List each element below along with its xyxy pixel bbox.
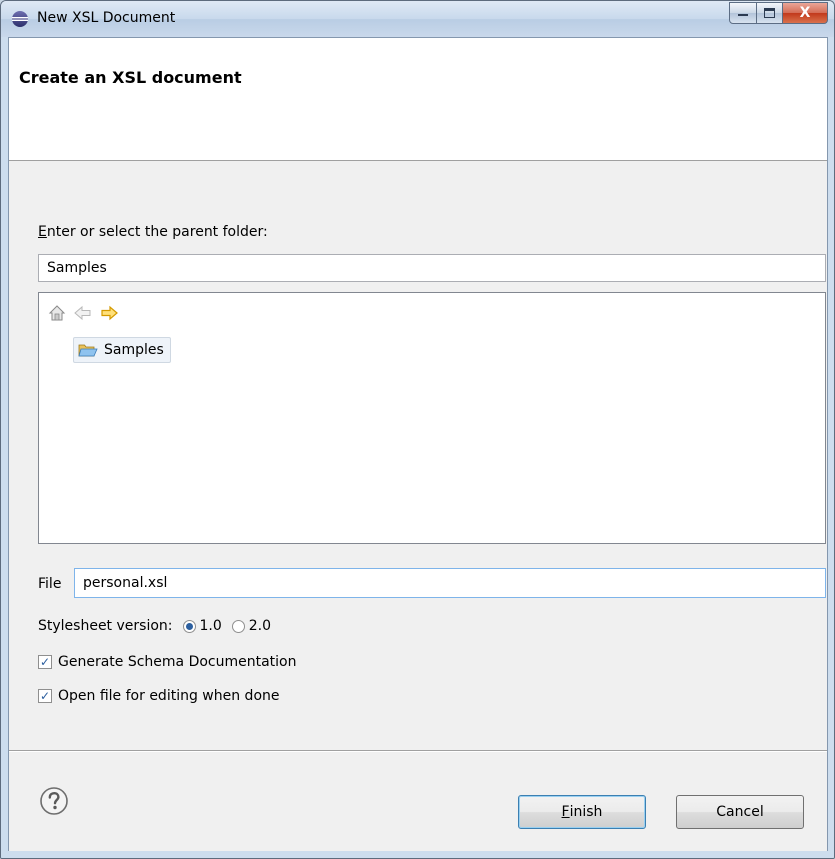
- forward-arrow-icon[interactable]: [99, 303, 119, 323]
- checkbox-checked-icon: ✓: [38, 655, 52, 669]
- radio-unselected-icon: [231, 619, 245, 633]
- minimize-icon: [738, 14, 748, 16]
- parent-folder-input[interactable]: [38, 254, 826, 282]
- maximize-icon: [764, 8, 775, 18]
- home-icon[interactable]: [47, 303, 67, 323]
- window-title: New XSL Document: [37, 10, 176, 26]
- close-icon: X: [799, 5, 811, 21]
- tree-item-samples[interactable]: Samples: [73, 337, 171, 363]
- generate-schema-doc-checkbox[interactable]: ✓ Generate Schema Documentation: [38, 654, 297, 670]
- tree-item-label: Samples: [104, 342, 164, 358]
- minimize-button[interactable]: [729, 2, 757, 24]
- cancel-label: Cancel: [716, 804, 764, 820]
- eclipse-icon: [12, 11, 28, 27]
- window-bottom-frame: [1, 851, 834, 858]
- dialog-body: Create an XSL document Enter or select t…: [8, 37, 828, 853]
- help-icon[interactable]: [39, 786, 69, 816]
- back-arrow-icon[interactable]: [73, 303, 93, 323]
- file-name-input[interactable]: [74, 568, 826, 598]
- footer-divider: [9, 750, 827, 752]
- window-controls: X: [729, 2, 828, 24]
- radio-version-2-0[interactable]: 2.0: [231, 618, 272, 634]
- checkbox-checked-icon: ✓: [38, 689, 52, 703]
- close-button[interactable]: X: [783, 2, 828, 24]
- stylesheet-version-label: Stylesheet version:: [38, 618, 173, 634]
- parent-folder-label: Enter or select the parent folder:: [38, 224, 268, 240]
- folder-open-icon: [78, 344, 98, 357]
- tree-nav-bar: [47, 303, 119, 323]
- checkbox-label: Generate Schema Documentation: [58, 654, 297, 670]
- cancel-button[interactable]: Cancel: [676, 795, 804, 829]
- checkbox-label: Open file for editing when done: [58, 688, 280, 704]
- open-for-editing-checkbox[interactable]: ✓ Open file for editing when done: [38, 688, 280, 704]
- maximize-button[interactable]: [757, 2, 783, 24]
- finish-mnemonic: F: [561, 804, 570, 820]
- wizard-header: Create an XSL document: [9, 38, 827, 161]
- finish-label: inish: [569, 804, 603, 820]
- parent-folder-label-mnemonic: E: [38, 224, 47, 240]
- file-label: File: [38, 576, 62, 592]
- title-bar[interactable]: New XSL Document X: [1, 1, 834, 37]
- parent-folder-label-text: nter or select the parent folder:: [46, 224, 268, 240]
- radio-label: 1.0: [199, 618, 222, 634]
- finish-button[interactable]: Finish: [518, 795, 646, 829]
- dialog-window: New XSL Document X Create an XSL documen…: [0, 0, 835, 859]
- stylesheet-version-row: Stylesheet version: 1.0 2.0: [38, 618, 271, 634]
- radio-version-1-0[interactable]: 1.0: [182, 618, 222, 634]
- page-title: Create an XSL document: [19, 68, 242, 87]
- folder-tree[interactable]: Samples: [38, 292, 826, 544]
- radio-selected-icon: [182, 619, 196, 633]
- radio-label: 2.0: [248, 618, 272, 634]
